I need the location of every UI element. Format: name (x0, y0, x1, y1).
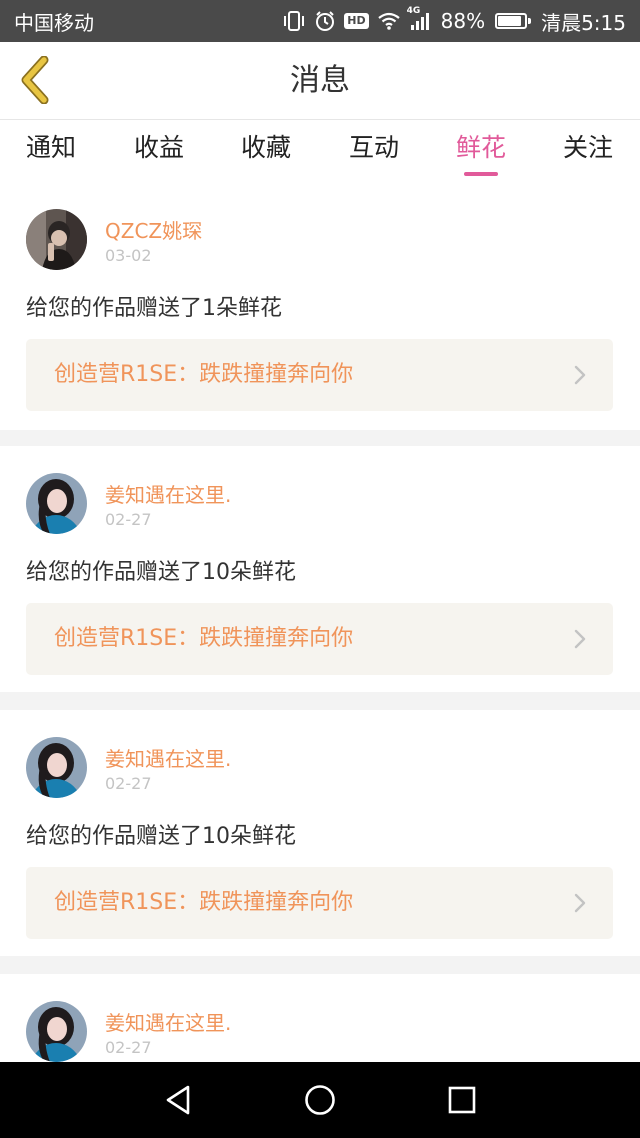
chevron-left-icon (21, 56, 49, 104)
vibrate-icon (282, 10, 306, 32)
chevron-right-icon (574, 365, 586, 385)
gift-message: 给您的作品赠送了10朵鲜花 (26, 560, 296, 585)
alarm-icon (314, 10, 336, 32)
timestamp: 02-27 (105, 1038, 152, 1057)
timestamp: 02-27 (105, 510, 152, 529)
tab-label: 收藏 (240, 133, 291, 162)
tab-notifications[interactable]: 通知 (6, 120, 96, 182)
app-header: 消息 (0, 42, 640, 120)
tab-interactions[interactable]: 互动 (329, 120, 419, 182)
list-item: 姜知遇在这里. 02-27 给您的作品赠送了10朵鲜花 创造营R1SE：跌跌撞撞… (0, 710, 640, 956)
wifi-icon (377, 10, 401, 32)
work-link[interactable]: 创造营R1SE：跌跌撞撞奔向你 (26, 603, 613, 675)
list-item: 姜知遇在这里. 02-27 给您的作品赠送了10朵鲜花 创造营R1SE：跌跌撞撞… (0, 446, 640, 692)
nav-back-button[interactable] (158, 1080, 198, 1120)
tab-label: 通知 (25, 133, 76, 162)
chevron-right-icon (574, 893, 586, 913)
avatar[interactable] (26, 209, 87, 270)
work-title: 创造营R1SE：跌跌撞撞奔向你 (54, 890, 354, 915)
status-icons: HD 4G 88% 清晨5:15 (282, 6, 626, 36)
work-title: 创造营R1SE：跌跌撞撞奔向你 (54, 362, 354, 387)
status-bar: 中国移动 HD 4G 88% 清晨5:15 (0, 0, 640, 42)
carrier-label: 中国移动 (14, 10, 94, 35)
username[interactable]: 姜知遇在这里. (105, 1007, 231, 1036)
work-link[interactable]: 创造营R1SE：跌跌撞撞奔向你 (26, 339, 613, 411)
back-button[interactable] (10, 54, 60, 106)
tab-label: 鲜花 (455, 133, 506, 162)
page-title: 消息 (290, 63, 350, 98)
battery-icon (495, 13, 532, 29)
avatar[interactable] (26, 1001, 87, 1062)
recents-square-icon (448, 1086, 476, 1114)
work-link[interactable]: 创造营R1SE：跌跌撞撞奔向你 (26, 867, 613, 939)
gift-message: 给您的作品赠送了10朵鲜花 (26, 824, 296, 849)
nav-recents-button[interactable] (442, 1080, 482, 1120)
avatar[interactable] (26, 473, 87, 534)
username[interactable]: QZCZ姚琛 (105, 215, 202, 244)
home-circle-icon (305, 1085, 335, 1115)
list-item: 姜知遇在这里. 02-27 (0, 974, 640, 1062)
tab-flowers[interactable]: 鲜花 (436, 120, 526, 182)
work-title: 创造营R1SE：跌跌撞撞奔向你 (54, 626, 354, 651)
active-tab-indicator (464, 172, 498, 176)
avatar[interactable] (26, 737, 87, 798)
timestamp: 03-02 (105, 246, 152, 265)
tab-earnings[interactable]: 收益 (114, 120, 204, 182)
back-triangle-icon (166, 1085, 190, 1115)
tab-label: 互动 (348, 133, 399, 162)
tab-following[interactable]: 关注 (543, 120, 633, 182)
list-item: QZCZ姚琛 03-02 给您的作品赠送了1朵鲜花 创造营R1SE：跌跌撞撞奔向… (0, 182, 640, 430)
signal-icon: 4G (407, 6, 433, 32)
gift-message: 给您的作品赠送了1朵鲜花 (26, 296, 282, 321)
username[interactable]: 姜知遇在这里. (105, 479, 231, 508)
tab-label: 收益 (133, 133, 184, 162)
battery-fill (498, 16, 521, 26)
timestamp: 02-27 (105, 774, 152, 793)
nav-home-button[interactable] (300, 1080, 340, 1120)
username[interactable]: 姜知遇在这里. (105, 743, 231, 772)
battery-percent: 88% (440, 9, 486, 33)
hd-icon: HD (344, 10, 369, 32)
clock: 清晨5:15 (541, 10, 626, 35)
network-type-label: 4G (406, 6, 421, 16)
tab-label: 关注 (562, 133, 613, 162)
tab-favorites[interactable]: 收藏 (221, 120, 311, 182)
chevron-right-icon (574, 629, 586, 649)
system-nav-bar (0, 1062, 640, 1138)
message-list[interactable]: QZCZ姚琛 03-02 给您的作品赠送了1朵鲜花 创造营R1SE：跌跌撞撞奔向… (0, 182, 640, 1062)
tab-bar: 通知 收益 收藏 互动 鲜花 关注 (0, 120, 640, 182)
